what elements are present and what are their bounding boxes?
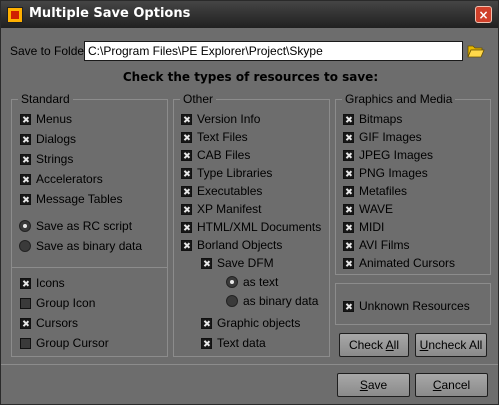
midi-checkbox[interactable] xyxy=(343,222,354,233)
close-button[interactable]: × xyxy=(475,6,492,23)
cab-files-label[interactable]: CAB Files xyxy=(197,148,250,162)
dfm-as-binary-data-radio[interactable] xyxy=(226,295,238,307)
group-icon-checkbox[interactable] xyxy=(20,298,31,309)
message-tables-checkbox[interactable] xyxy=(20,194,31,205)
group-cursor-checkbox[interactable] xyxy=(20,338,31,349)
png-images-checkbox[interactable] xyxy=(343,168,354,179)
title-bar: Multiple Save Options × xyxy=(1,1,498,28)
executables-label[interactable]: Executables xyxy=(197,184,262,198)
accelerators-checkbox[interactable] xyxy=(20,174,31,185)
midi-label[interactable]: MIDI xyxy=(359,220,384,234)
other-group-title: Other xyxy=(180,92,217,106)
save-dfm-checkbox[interactable] xyxy=(201,258,212,269)
dfm-as-text-radio[interactable] xyxy=(226,276,238,288)
unknown-resources-checkbox[interactable] xyxy=(343,301,354,312)
text-data-label[interactable]: Text data xyxy=(217,336,266,350)
group-icon-label[interactable]: Group Icon xyxy=(36,296,95,310)
accelerators-label[interactable]: Accelerators xyxy=(36,172,103,186)
menus-checkbox[interactable] xyxy=(20,114,31,125)
animated-cursors-checkbox[interactable] xyxy=(343,258,354,269)
jpeg-images-label[interactable]: JPEG Images xyxy=(359,148,433,162)
bottom-separator xyxy=(1,364,498,365)
multiple-save-options-dialog: Multiple Save Options × Save to Folder: … xyxy=(0,0,499,405)
strings-label[interactable]: Strings xyxy=(36,152,73,166)
metafiles-checkbox[interactable] xyxy=(343,186,354,197)
unknown-resources-label[interactable]: Unknown Resources xyxy=(359,299,470,313)
cab-files-checkbox[interactable] xyxy=(181,150,192,161)
save-to-folder-label: Save to Folder: xyxy=(10,44,92,58)
bitmaps-checkbox[interactable] xyxy=(343,114,354,125)
strings-checkbox[interactable] xyxy=(20,154,31,165)
graphic-objects-label[interactable]: Graphic objects xyxy=(217,316,300,330)
bitmaps-label[interactable]: Bitmaps xyxy=(359,112,402,126)
text-data-checkbox[interactable] xyxy=(201,338,212,349)
icons-checkbox[interactable] xyxy=(20,278,31,289)
gif-images-label[interactable]: GIF Images xyxy=(359,130,422,144)
folder-path-input[interactable]: C:\Program Files\PE Explorer\Project\Sky… xyxy=(84,41,463,61)
png-images-label[interactable]: PNG Images xyxy=(359,166,428,180)
save-as-binary-data-label[interactable]: Save as binary data xyxy=(36,239,142,253)
borland-objects-checkbox[interactable] xyxy=(181,240,192,251)
graphics-media-group-title: Graphics and Media xyxy=(342,92,456,106)
html-xml-documents-checkbox[interactable] xyxy=(181,222,192,233)
text-files-label[interactable]: Text Files xyxy=(197,130,248,144)
group-cursor-label[interactable]: Group Cursor xyxy=(36,336,109,350)
version-info-checkbox[interactable] xyxy=(181,114,192,125)
check-all-button[interactable]: Check All xyxy=(339,333,409,357)
window-title: Multiple Save Options xyxy=(29,6,191,21)
avi-films-checkbox[interactable] xyxy=(343,240,354,251)
animated-cursors-label[interactable]: Animated Cursors xyxy=(359,256,455,270)
save-as-binary-data-radio[interactable] xyxy=(19,240,31,252)
type-libraries-label[interactable]: Type Libraries xyxy=(197,166,272,180)
uncheck-all-button[interactable]: Uncheck All xyxy=(415,333,487,357)
standard-separator xyxy=(12,267,167,268)
executables-checkbox[interactable] xyxy=(181,186,192,197)
xp-manifest-label[interactable]: XP Manifest xyxy=(197,202,261,216)
html-xml-documents-label[interactable]: HTML/XML Documents xyxy=(197,220,321,234)
version-info-label[interactable]: Version Info xyxy=(197,112,260,126)
wave-checkbox[interactable] xyxy=(343,204,354,215)
standard-group-title: Standard xyxy=(18,92,73,106)
save-as-rc-script-label[interactable]: Save as RC script xyxy=(36,219,132,233)
cursors-checkbox[interactable] xyxy=(20,318,31,329)
save-dfm-label[interactable]: Save DFM xyxy=(217,256,274,270)
type-libraries-checkbox[interactable] xyxy=(181,168,192,179)
jpeg-images-checkbox[interactable] xyxy=(343,150,354,161)
gif-images-checkbox[interactable] xyxy=(343,132,354,143)
avi-films-label[interactable]: AVI Films xyxy=(359,238,409,252)
graphic-objects-checkbox[interactable] xyxy=(201,318,212,329)
borland-objects-label[interactable]: Borland Objects xyxy=(197,238,282,252)
dfm-as-binary-data-label[interactable]: as binary data xyxy=(243,294,318,308)
app-icon xyxy=(7,7,23,23)
save-button[interactable]: Save xyxy=(337,373,410,397)
dfm-as-text-label[interactable]: as text xyxy=(243,275,278,289)
xp-manifest-checkbox[interactable] xyxy=(181,204,192,215)
wave-label[interactable]: WAVE xyxy=(359,202,393,216)
message-tables-label[interactable]: Message Tables xyxy=(36,192,123,206)
cancel-button[interactable]: Cancel xyxy=(415,373,488,397)
resource-types-heading: Check the types of resources to save: xyxy=(122,70,379,84)
open-folder-icon[interactable] xyxy=(467,43,485,58)
text-files-checkbox[interactable] xyxy=(181,132,192,143)
dialogs-label[interactable]: Dialogs xyxy=(36,132,76,146)
cursors-label[interactable]: Cursors xyxy=(36,316,78,330)
save-as-rc-script-radio[interactable] xyxy=(19,220,31,232)
menus-label[interactable]: Menus xyxy=(36,112,72,126)
metafiles-label[interactable]: Metafiles xyxy=(359,184,407,198)
icons-label[interactable]: Icons xyxy=(36,276,65,290)
dialogs-checkbox[interactable] xyxy=(20,134,31,145)
